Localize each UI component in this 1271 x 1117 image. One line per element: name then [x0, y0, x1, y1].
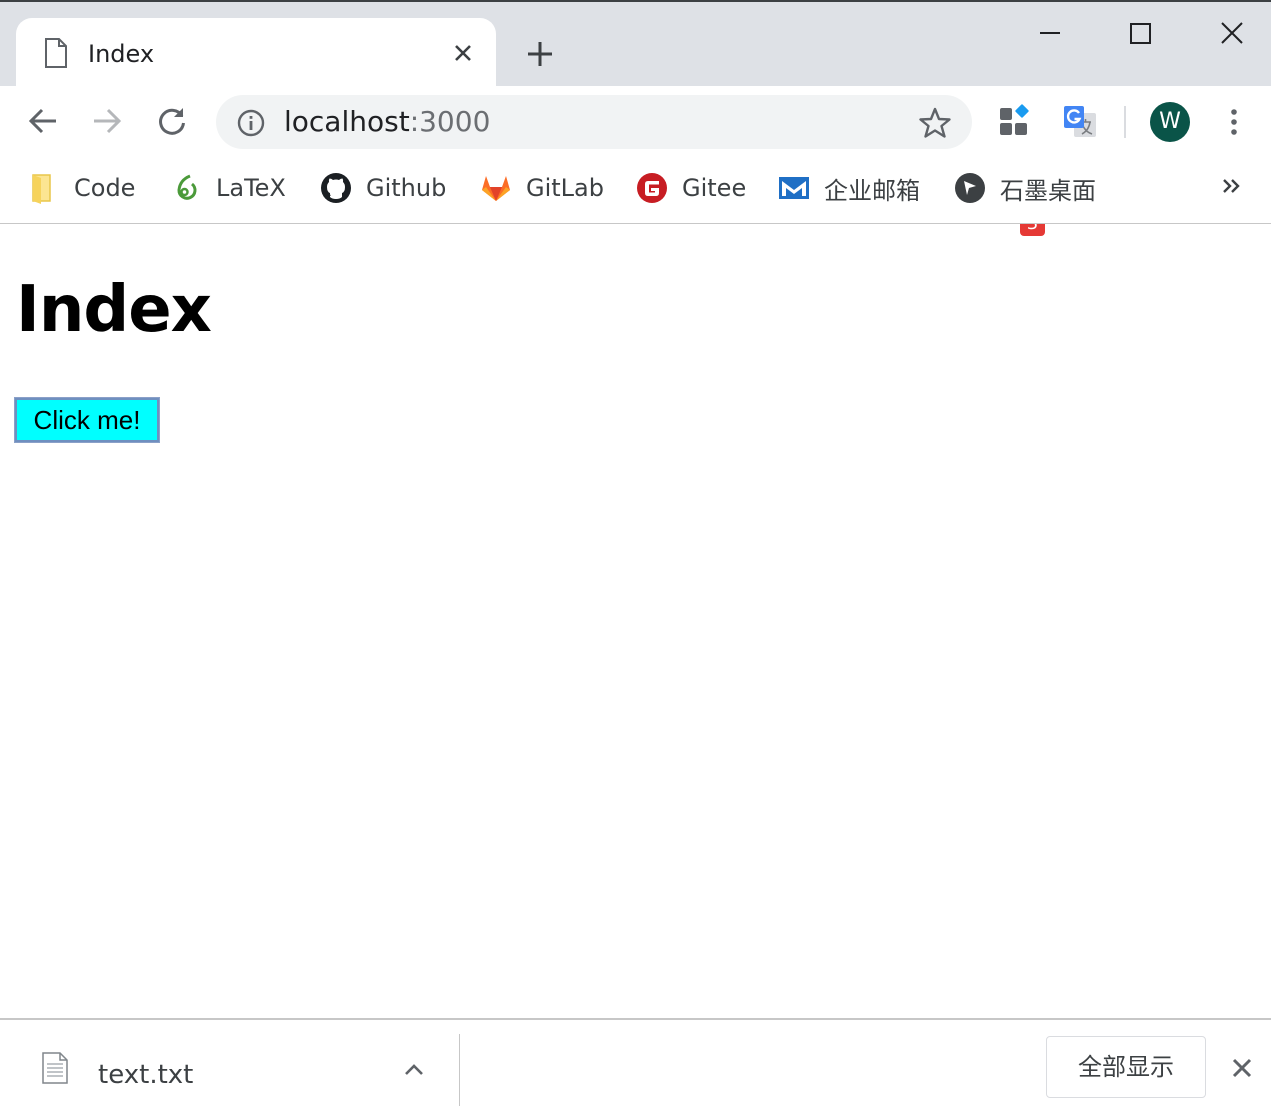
window-close-icon[interactable]: [1214, 16, 1250, 52]
bookmark-shimo[interactable]: 石墨桌面: [954, 170, 1096, 206]
url-port: :3000: [409, 105, 491, 138]
bookmark-gitee[interactable]: Gitee: [636, 170, 746, 206]
bookmark-label: 石墨桌面: [1000, 176, 1096, 205]
close-icon[interactable]: [1228, 1054, 1256, 1082]
shimo-icon: [955, 173, 985, 203]
mail-icon: [779, 177, 809, 199]
bookmark-code[interactable]: Code: [28, 170, 135, 206]
toolbar: localhost:3000 3 W: [0, 86, 1271, 236]
bookmark-label: GitLab: [526, 174, 604, 202]
tab-strip: Index: [0, 0, 1271, 88]
text-file-icon: [42, 1052, 68, 1084]
folder-icon: [32, 174, 51, 204]
bookmark-latex[interactable]: LaTeX: [170, 170, 286, 206]
bookmark-label: LaTeX: [216, 174, 286, 202]
tab-index[interactable]: Index: [16, 18, 496, 88]
download-shelf: text.txt 全部显示: [0, 1018, 1271, 1117]
document-icon: [45, 38, 67, 68]
bookmark-label: Gitee: [682, 174, 747, 202]
toolbar-separator: [1124, 106, 1126, 138]
url-host: localhost: [284, 105, 410, 138]
reload-icon[interactable]: [155, 104, 189, 138]
close-tab-icon[interactable]: [450, 40, 476, 66]
bookmark-gitlab[interactable]: GitLab: [480, 170, 604, 206]
bookmark-label: Code: [74, 174, 136, 202]
page-heading: Index: [16, 273, 212, 347]
back-arrow-icon[interactable]: [26, 104, 60, 138]
bookmark-github[interactable]: Github: [320, 170, 446, 206]
profile-avatar[interactable]: W: [1150, 102, 1190, 142]
download-filename[interactable]: text.txt: [98, 1058, 193, 1092]
bookmark-label: 企业邮箱: [824, 176, 920, 205]
chevron-up-icon[interactable]: [400, 1056, 428, 1084]
shelf-separator: [459, 1034, 460, 1106]
forward-arrow-icon[interactable]: [90, 104, 124, 138]
minimize-icon[interactable]: [1032, 16, 1068, 52]
gitlab-icon: [482, 176, 510, 201]
github-icon: [321, 173, 351, 203]
more-menu-icon[interactable]: [1222, 106, 1246, 138]
chevron-double-right-icon[interactable]: [1220, 170, 1244, 202]
url-text[interactable]: localhost:3000: [284, 103, 490, 141]
bookmark-mail[interactable]: 企业邮箱: [778, 170, 920, 206]
bookmark-label: Github: [366, 174, 447, 202]
info-icon[interactable]: [236, 108, 266, 138]
extension-apps-icon[interactable]: [998, 104, 1046, 150]
tab-title: Index: [88, 40, 155, 68]
overleaf-icon: [177, 174, 197, 200]
bookmarks-bar: Code LaTeX Github GitLab Gitee 企业邮箱 石墨桌面: [0, 156, 1271, 224]
translate-icon[interactable]: [1062, 104, 1098, 140]
gitee-icon: [637, 173, 667, 203]
show-all-button[interactable]: 全部显示: [1046, 1036, 1206, 1098]
maximize-icon[interactable]: [1122, 16, 1158, 52]
new-tab-icon[interactable]: [524, 38, 556, 70]
bookmark-star-icon[interactable]: [918, 106, 952, 140]
click-me-button[interactable]: Click me!: [14, 397, 160, 443]
address-bar[interactable]: localhost:3000: [216, 95, 972, 149]
